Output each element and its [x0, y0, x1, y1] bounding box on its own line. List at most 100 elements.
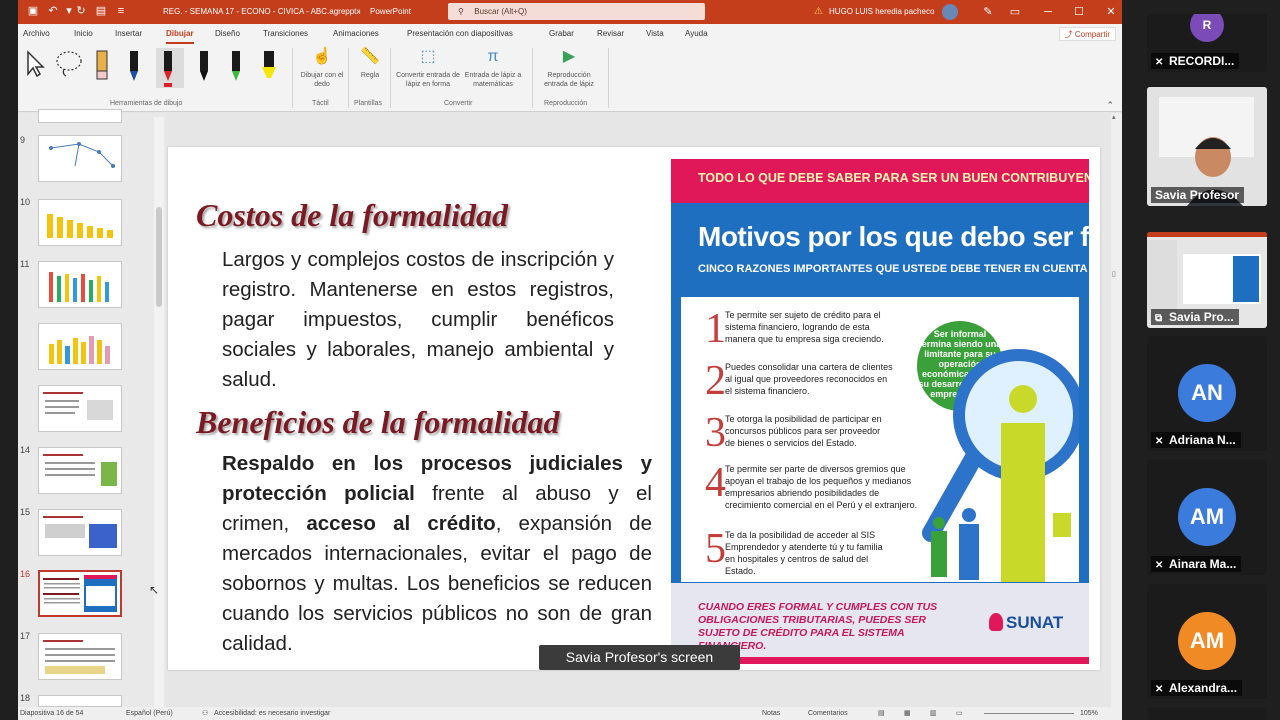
- maximize-icon[interactable]: ☐: [1064, 0, 1094, 24]
- pen-black-icon[interactable]: [124, 48, 152, 88]
- search-icon: ⚲: [458, 7, 464, 16]
- participant-name-bar: Savia Profesor: [1151, 187, 1245, 203]
- user-avatar[interactable]: [942, 4, 958, 20]
- slide-thumbnail[interactable]: [38, 509, 122, 556]
- mic-muted-icon[interactable]: ✕: [1155, 55, 1169, 69]
- reading-view-icon[interactable]: ▥: [930, 707, 937, 720]
- ink-to-math-label: Entrada de lápiz a matemáticas: [464, 72, 522, 88]
- sunat-infographic: TODO LO QUE DEBE SABER PARA SER UN BUEN …: [671, 159, 1089, 664]
- scroll-up-icon[interactable]: ▴: [1112, 113, 1116, 121]
- ink-to-shape-button[interactable]: ⬚ Convertir entrada de lápiz en forma: [394, 46, 462, 89]
- user-name[interactable]: HUGO LUIS heredia pacheco: [829, 0, 934, 24]
- slide-thumbnail[interactable]: [38, 633, 122, 680]
- normal-view-icon[interactable]: ▤: [878, 707, 885, 720]
- heading-costos: Costos de la formalidad: [196, 197, 509, 233]
- highlighter-yellow-icon[interactable]: [258, 48, 286, 88]
- reason-text: Puedes consolidar una cartera de cliente…: [725, 362, 893, 396]
- slide-thumbnail[interactable]: [38, 323, 122, 370]
- participant-tile[interactable]: R ✕ RECORDI...: [1147, 14, 1267, 72]
- tab-inicio[interactable]: Inicio: [74, 24, 93, 44]
- title-separator: -: [358, 7, 361, 16]
- language-indicator[interactable]: Español (Perú): [126, 707, 173, 720]
- participant-tile-partial[interactable]: [1147, 708, 1267, 720]
- collapse-ribbon-icon[interactable]: ⌃: [1106, 100, 1114, 111]
- slide-counter[interactable]: Diapositiva 16 de 54: [20, 707, 83, 720]
- tab-dibujar[interactable]: Dibujar: [166, 24, 194, 44]
- lasso-select-icon[interactable]: [54, 48, 82, 88]
- ribbon-separator: [532, 48, 533, 108]
- participant-tile[interactable]: AM ✕ Ainara Ma...: [1147, 460, 1267, 575]
- participant-name: Adriana N...: [1169, 433, 1236, 447]
- thumbnail-scrollbar[interactable]: [154, 117, 164, 707]
- slide-number: 14: [20, 445, 31, 455]
- participant-tile[interactable]: AM ✕ Alexandra...: [1147, 584, 1267, 699]
- current-slide[interactable]: Costos de la formalidad Largos y complej…: [168, 147, 1100, 670]
- participant-name: RECORDI...: [1169, 54, 1235, 68]
- eraser-pen-icon[interactable]: [92, 48, 120, 88]
- participant-tile-screen[interactable]: ⧉ Savia Pro...: [1147, 232, 1267, 328]
- tab-transiciones[interactable]: Transiciones: [263, 24, 308, 44]
- pen-red-icon[interactable]: [156, 48, 184, 88]
- sorter-view-icon[interactable]: ▦: [904, 707, 911, 720]
- reason-number: 1: [705, 306, 726, 352]
- slideshow-view-icon[interactable]: ▭: [956, 707, 963, 720]
- app-name: PowerPoint: [370, 7, 411, 16]
- present-icon[interactable]: ▤: [94, 4, 108, 18]
- participant-avatar: R: [1190, 14, 1224, 42]
- ink-to-math-button[interactable]: π Entrada de lápiz a matemáticas: [462, 46, 524, 89]
- ruler-button[interactable]: 📏 Regla: [352, 46, 388, 80]
- thumb-text-image-graphic: [43, 516, 117, 548]
- thumb-bar-chart-graphic: [49, 336, 110, 364]
- thumb-current-slide-graphic: [43, 575, 117, 612]
- save-icon[interactable]: ▣: [26, 4, 40, 18]
- accessibility-status[interactable]: Accesibilidad: es necesario investigar: [214, 707, 330, 720]
- slide-vertical-scrollbar[interactable]: ▴ ▯: [1111, 113, 1122, 707]
- tab-grabar[interactable]: Grabar: [549, 24, 574, 44]
- participant-tile-video[interactable]: Savia Profesor: [1147, 87, 1267, 206]
- ribbon-display-icon[interactable]: ▭: [1000, 0, 1030, 24]
- undo-icon[interactable]: ↶: [46, 4, 60, 18]
- slide-thumbnail[interactable]: [38, 695, 122, 707]
- pen-icon[interactable]: ✎: [973, 0, 1003, 24]
- comments-button[interactable]: Comentarios: [808, 707, 848, 720]
- pen-green-icon[interactable]: [226, 48, 254, 88]
- mic-muted-icon[interactable]: ✕: [1155, 682, 1169, 696]
- tab-diseno[interactable]: Diseño: [215, 24, 240, 44]
- pen-dark-icon[interactable]: [194, 48, 222, 88]
- tab-insertar[interactable]: Insertar: [115, 24, 142, 44]
- tab-presentacion[interactable]: Presentación con diapositivas: [407, 24, 513, 44]
- search-box[interactable]: ⚲ Buscar (Alt+Q): [448, 3, 705, 20]
- participant-tile[interactable]: AN ✕ Adriana N...: [1147, 336, 1267, 451]
- mic-muted-icon[interactable]: ✕: [1155, 434, 1169, 448]
- slide-thumbnail[interactable]: [38, 135, 122, 182]
- banner-text: TODO LO QUE DEBE SABER PARA SER UN BUEN …: [698, 171, 1089, 185]
- scroll-thumb-icon[interactable]: ▯: [1112, 270, 1116, 278]
- ruler-icon: 📏: [360, 48, 380, 65]
- slide-thumbnail[interactable]: [38, 385, 122, 432]
- ribbon-tabs: Archivo Inicio Insertar Dibujar Diseño T…: [18, 24, 1122, 44]
- tab-vista[interactable]: Vista: [646, 24, 664, 44]
- zoom-slider[interactable]: [984, 713, 1074, 714]
- select-pointer-icon[interactable]: [24, 48, 52, 88]
- share-button[interactable]: ⤴ Compartir: [1058, 27, 1116, 41]
- notes-button[interactable]: Notas: [762, 707, 780, 720]
- tab-animaciones[interactable]: Animaciones: [333, 24, 379, 44]
- draw-with-touch-button[interactable]: ☝ Dibujar con el dedo: [298, 46, 346, 89]
- customize-qat-icon[interactable]: ≡: [114, 4, 128, 18]
- slide-thumbnail[interactable]: [38, 109, 122, 123]
- ink-replay-button[interactable]: ▶ Reproducción entrada de lápiz: [536, 46, 602, 89]
- slide-thumbnail[interactable]: [38, 447, 122, 494]
- slide-thumbnail[interactable]: [38, 199, 122, 246]
- tab-archivo[interactable]: Archivo: [23, 24, 50, 44]
- zoom-level[interactable]: 105%: [1080, 707, 1098, 720]
- tab-ayuda[interactable]: Ayuda: [685, 24, 708, 44]
- redo-icon[interactable]: ↻: [74, 4, 88, 18]
- close-icon[interactable]: ✕: [1096, 0, 1122, 24]
- tab-revisar[interactable]: Revisar: [597, 24, 624, 44]
- slide-thumbnail-active[interactable]: [38, 570, 122, 617]
- slide-thumbnail[interactable]: [38, 261, 122, 308]
- mic-muted-icon[interactable]: ✕: [1155, 558, 1169, 572]
- minimize-icon[interactable]: ─: [1033, 0, 1063, 24]
- scrollbar-thumb[interactable]: [156, 207, 162, 307]
- reason-text: Te permite ser sujeto de crédito para el…: [725, 310, 884, 344]
